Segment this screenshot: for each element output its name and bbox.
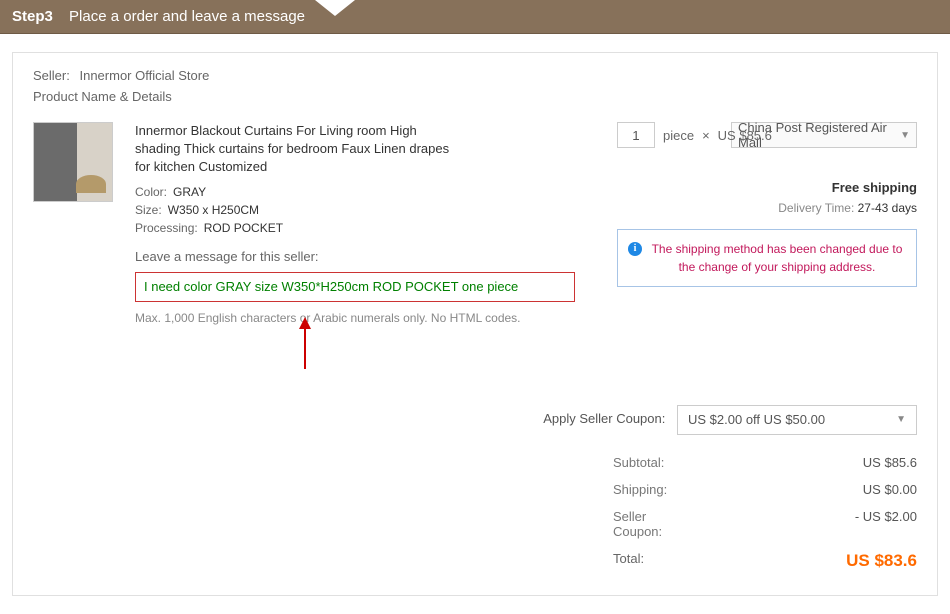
- quantity-row: piece × US $85.6: [617, 122, 772, 148]
- step-header: Step3 Place a order and leave a message: [0, 0, 950, 34]
- size-label: Size:: [135, 203, 162, 217]
- order-summary: Apply Seller Coupon: US $2.00 off US $50…: [33, 405, 917, 577]
- seller-coupon-label: Seller Coupon:: [33, 509, 653, 539]
- info-icon: i: [628, 242, 642, 256]
- delivery-time: Delivery Time: 27-43 days: [617, 201, 917, 215]
- seller-name: Innermor Official Store: [79, 68, 209, 83]
- order-right-column: piece × US $85.6 China Post Registered A…: [617, 122, 917, 287]
- product-description: Innermor Blackout Curtains For Living ro…: [135, 122, 595, 375]
- subtotal-label: Subtotal:: [33, 455, 653, 470]
- coupon-row: Apply Seller Coupon: US $2.00 off US $50…: [33, 405, 917, 435]
- color-value: GRAY: [173, 185, 206, 199]
- seller-row: Seller: Innermor Official Store: [33, 68, 917, 83]
- order-card: Seller: Innermor Official Store Product …: [12, 52, 938, 596]
- quantity-input[interactable]: [617, 122, 655, 148]
- message-input[interactable]: [135, 272, 575, 302]
- subtotal-row: Subtotal: US $85.6: [33, 449, 917, 476]
- chevron-down-icon: ▼: [896, 414, 906, 425]
- processing-value: ROD POCKET: [204, 221, 283, 235]
- seller-coupon-row: Seller Coupon: - US $2.00: [33, 503, 917, 545]
- coupon-value: US $2.00 off US $50.00: [688, 412, 825, 427]
- shipping-cost-label: Shipping:: [33, 482, 653, 497]
- page-body: Seller: Innermor Official Store Product …: [0, 34, 950, 614]
- shipping-cost-value: US $0.00: [817, 482, 917, 497]
- total-row: Total: US $83.6: [33, 545, 917, 577]
- seller-label: Seller:: [33, 68, 70, 83]
- shipping-info-box: i The shipping method has been changed d…: [617, 229, 917, 287]
- seller-coupon-value: - US $2.00: [817, 509, 917, 539]
- callout-arrow-icon: [295, 317, 315, 372]
- step-number: Step3: [12, 8, 53, 25]
- shipping-info-text: The shipping method has been changed due…: [652, 242, 903, 274]
- subtotal-value: US $85.6: [817, 455, 917, 470]
- message-label: Leave a message for this seller:: [135, 249, 595, 264]
- coupon-select[interactable]: US $2.00 off US $50.00 ▼: [677, 405, 917, 435]
- product-title[interactable]: Innermor Blackout Curtains For Living ro…: [135, 122, 465, 177]
- shipping-row: Shipping: US $0.00: [33, 476, 917, 503]
- size-value: W350 x H250CM: [168, 203, 259, 217]
- processing-label: Processing:: [135, 221, 198, 235]
- chevron-down-icon: ▼: [900, 130, 910, 141]
- product-details-label: Product Name & Details: [33, 89, 917, 104]
- product-thumbnail[interactable]: [33, 122, 113, 202]
- color-label: Color:: [135, 185, 167, 199]
- total-value: US $83.6: [817, 551, 917, 571]
- free-shipping-label: Free shipping: [617, 180, 917, 195]
- delivery-label: Delivery Time:: [778, 201, 854, 215]
- quantity-unit: piece: [663, 128, 694, 143]
- total-label: Total:: [33, 551, 653, 571]
- quantity-times: ×: [702, 128, 710, 143]
- step-title: Place a order and leave a message: [69, 8, 305, 25]
- delivery-value: 27-43 days: [858, 201, 917, 215]
- message-note: Max. 1,000 English characters or Arabic …: [135, 311, 595, 325]
- unit-price: US $85.6: [718, 128, 772, 143]
- coupon-label: Apply Seller Coupon:: [543, 411, 665, 426]
